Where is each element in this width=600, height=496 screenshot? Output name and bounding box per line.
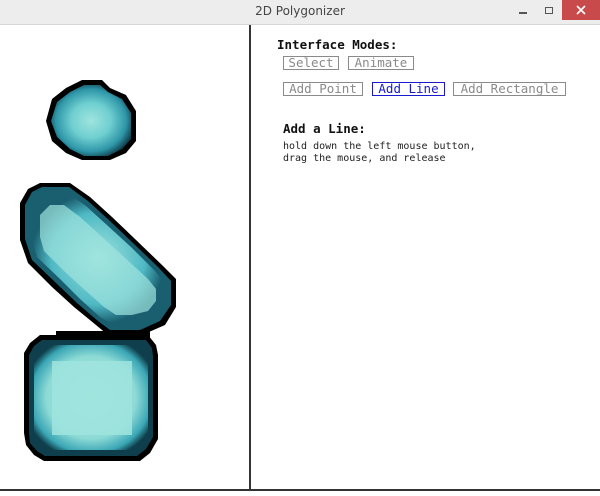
rectangle-shape[interactable] [24,335,158,461]
circle-shape[interactable] [46,80,136,160]
title-bar: 2D Polygonizer [0,0,600,25]
add-rectangle-mode-button[interactable]: Add Rectangle [453,82,566,96]
minimize-icon [519,12,527,14]
add-point-mode-button[interactable]: Add Point [283,82,363,96]
close-button[interactable] [562,0,600,20]
control-panel: Interface Modes: Select Animate Add Poin… [251,25,600,489]
instructions-line-1: hold down the left mouse button, [283,141,476,152]
modes-heading: Interface Modes: [277,37,398,52]
drawing-canvas[interactable] [0,25,250,490]
maximize-button[interactable] [536,0,562,20]
bottom-border [0,489,600,491]
animate-mode-button[interactable]: Animate [348,56,414,70]
minimize-button[interactable] [510,0,536,20]
instructions-heading: Add a Line: [283,121,366,136]
maximize-icon [545,6,553,14]
close-icon [576,5,586,15]
select-mode-button[interactable]: Select [283,56,339,70]
add-line-mode-button[interactable]: Add Line [372,82,445,96]
instructions-line-2: drag the mouse, and release [283,153,446,164]
line-shape[interactable] [20,183,176,335]
polygonized-shapes [20,80,176,461]
